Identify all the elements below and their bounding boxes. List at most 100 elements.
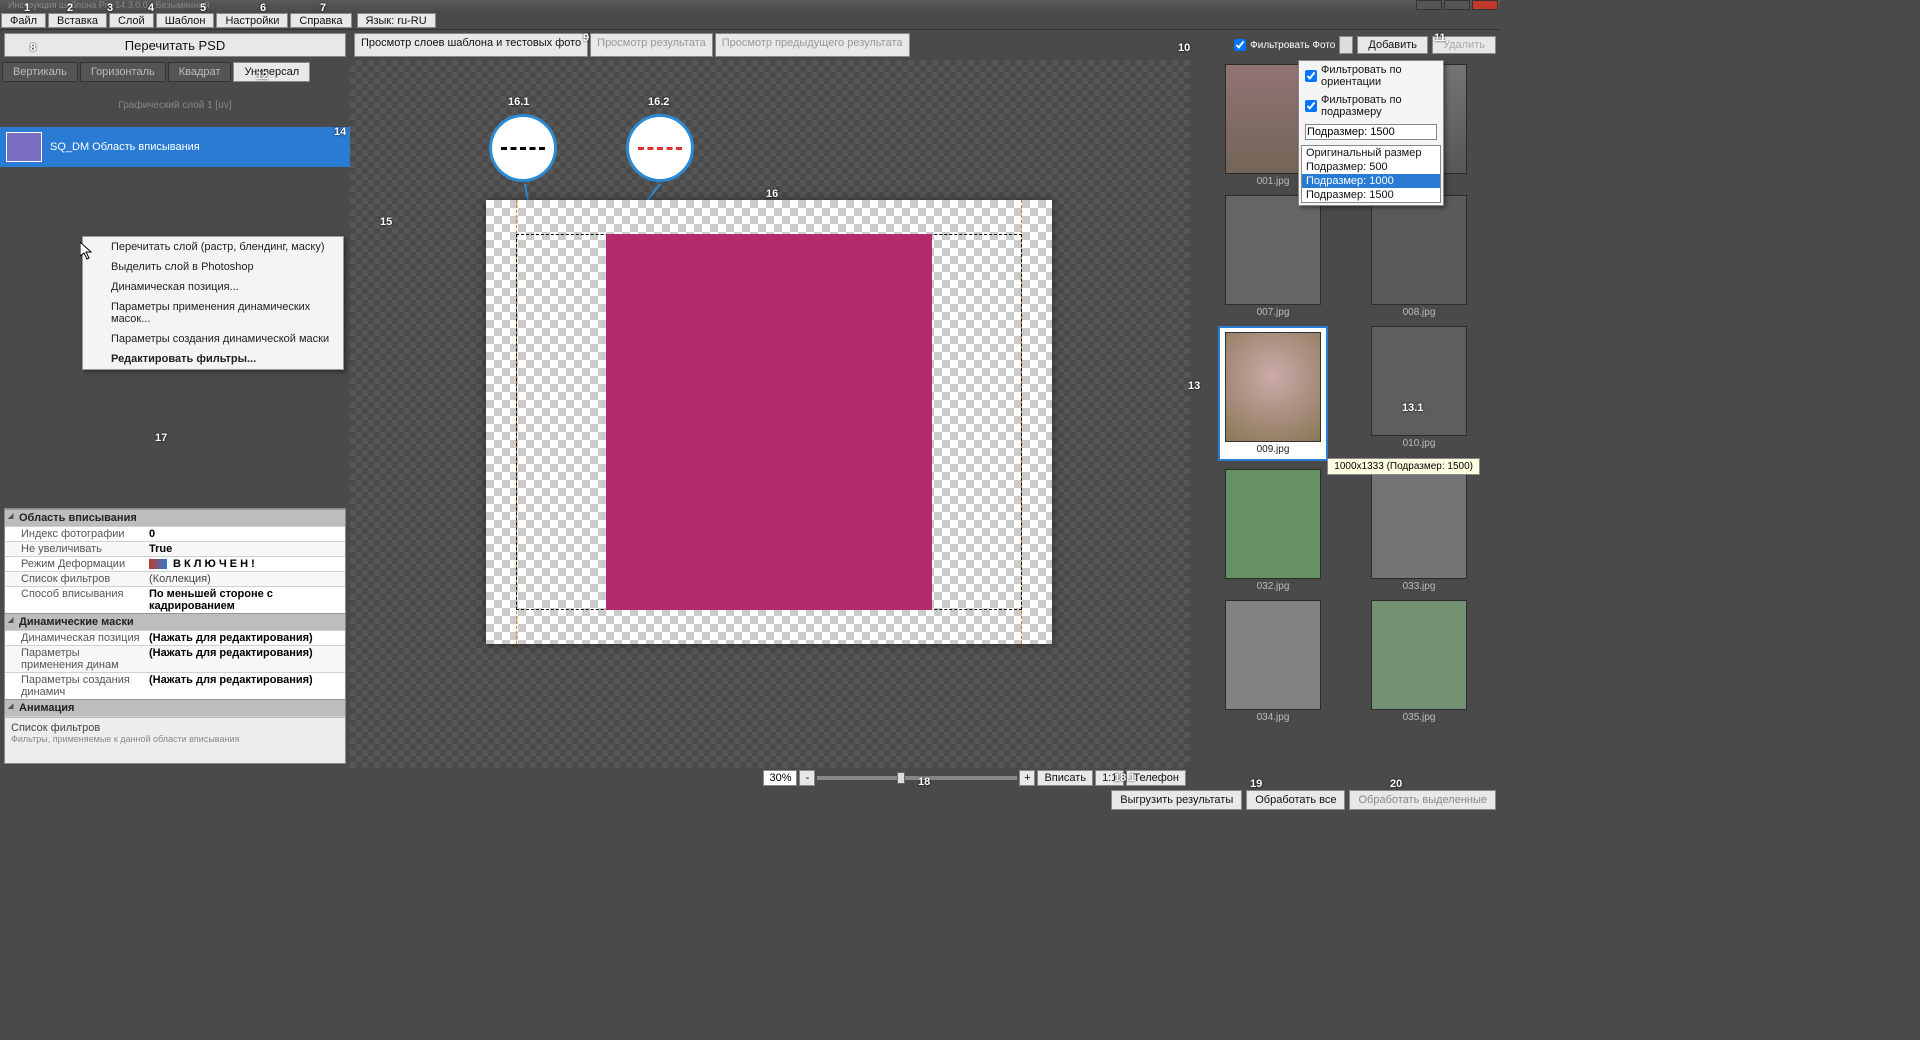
ctx-select-in-ps[interactable]: Выделить слой в Photoshop	[83, 257, 343, 277]
menu-template[interactable]: Шаблон	[156, 13, 215, 28]
photo-tooltip: 1000x1333 (Подразмер: 1500)	[1327, 458, 1480, 475]
pv-noenlarge[interactable]: True	[145, 542, 345, 556]
ctx-edit-filters[interactable]: Редактировать фильтры...	[83, 349, 343, 369]
pv-dynpos[interactable]: (Нажать для редактирования)	[145, 631, 345, 645]
photo-placeholder[interactable]	[606, 234, 932, 610]
view-prev-result-button[interactable]: Просмотр предыдущего результата	[715, 33, 910, 57]
thumb-img-icon	[1225, 600, 1321, 710]
canvas-background[interactable]	[350, 60, 1190, 788]
menu-settings[interactable]: Настройки	[216, 13, 288, 28]
ctx-reread-layer[interactable]: Перечитать слой (растр, блендинг, маску)	[83, 237, 343, 257]
pn-maskcreate: Параметры создания динамич	[5, 673, 145, 699]
thumb-img-icon	[1225, 469, 1321, 579]
pv-fitmode[interactable]: По меньшей стороне с кадрированием	[145, 587, 345, 613]
thumb-img-icon	[1371, 195, 1467, 305]
filter-photo-label: Фильтровать Фото	[1250, 40, 1335, 51]
prop-desc-title: Список фильтров	[11, 722, 339, 734]
filter-subsize-label: Фильтровать по подразмеру	[1321, 94, 1437, 118]
pg-area[interactable]: Область вписывания	[5, 509, 345, 526]
filter-photo-checkbox[interactable]	[1234, 39, 1246, 51]
ctx-dynamic-position[interactable]: Динамическая позиция...	[83, 277, 343, 297]
thumb-img-icon	[1225, 195, 1321, 305]
canvas-area: - + Вписать 1:1 Телефон	[350, 60, 1190, 788]
minimize-icon[interactable]	[1416, 0, 1442, 10]
ctx-mask-apply-params[interactable]: Параметры применения динамических масок.…	[83, 297, 343, 329]
maximize-icon[interactable]	[1444, 0, 1470, 10]
left-panel: Вертикаль Горизонталь Квадрат Универсал …	[0, 60, 350, 812]
thumb-034[interactable]: 034.jpg	[1218, 600, 1328, 723]
prop-desc-sub: Фильтры, применяемые к данной области вп…	[11, 734, 339, 744]
zoom-1to1-button[interactable]: 1:1	[1095, 770, 1124, 786]
thumb-032[interactable]: 032.jpg	[1218, 469, 1328, 592]
pn-deform: Режим Деформации	[5, 557, 145, 571]
pv-maskcreate[interactable]: (Нажать для редактирования)	[145, 673, 345, 699]
add-button[interactable]: Добавить	[1357, 36, 1428, 54]
bottom-bar: Выгрузить результаты Обработать все Обра…	[350, 788, 1500, 812]
filter-orient-label: Фильтровать по ориентации	[1321, 64, 1437, 88]
orient-square-button[interactable]: Квадрат	[168, 62, 232, 82]
delete-button[interactable]: Удалить	[1432, 36, 1496, 54]
subsize-opt-1000[interactable]: Подразмер: 1000	[1302, 174, 1440, 188]
process-all-button[interactable]: Обработать все	[1246, 790, 1345, 810]
filter-dropdown-button[interactable]	[1339, 36, 1353, 54]
thumb-010[interactable]: 010.jpg	[1364, 326, 1474, 461]
subsize-combo[interactable]: Подразмер: 1500	[1305, 124, 1437, 140]
pv-deform[interactable]: В К Л Ю Ч Е Н !	[145, 557, 345, 571]
view-layers-button[interactable]: Просмотр слоев шаблона и тестовых фото	[354, 33, 588, 57]
thumb-img-icon	[1371, 600, 1467, 710]
layer-row-selected[interactable]: SQ_DM Область вписывания	[0, 127, 350, 167]
menu-help[interactable]: Справка	[290, 13, 351, 28]
menu-file[interactable]: Файл	[1, 13, 46, 28]
window-title: Инструкция шаблона Pro 14.3.0.0 - Безымя…	[0, 0, 210, 12]
process-selected-button[interactable]: Обработать выделенные	[1349, 790, 1496, 810]
orient-vertical-button[interactable]: Вертикаль	[2, 62, 78, 82]
filter-popup: Фильтровать по ориентации Фильтровать по…	[1298, 60, 1444, 206]
pv-index[interactable]: 0	[145, 527, 345, 541]
view-result-button[interactable]: Просмотр результата	[590, 33, 713, 57]
property-grid: Область вписывания Индекс фотографии0 Не…	[4, 508, 346, 764]
menu-language[interactable]: Язык: ru-RU	[357, 13, 436, 28]
menu-insert[interactable]: Вставка	[48, 13, 107, 28]
pn-filters: Список фильтров	[5, 572, 145, 586]
menu-layer[interactable]: Слой	[109, 13, 154, 28]
thumb-img-icon	[1371, 326, 1467, 436]
thumb-035[interactable]: 035.jpg	[1364, 600, 1474, 723]
zoom-in-button[interactable]: +	[1019, 770, 1035, 786]
red-dash-icon	[638, 147, 682, 150]
pn-noenlarge: Не увеличивать	[5, 542, 145, 556]
subsize-list: Оригинальный размер Подразмер: 500 Подра…	[1301, 145, 1441, 203]
zoom-input[interactable]	[763, 770, 797, 786]
pg-masks[interactable]: Динамические маски	[5, 613, 345, 630]
filter-orient-checkbox[interactable]	[1305, 70, 1317, 82]
close-icon[interactable]	[1472, 0, 1498, 10]
thumb-img-icon	[1225, 332, 1321, 442]
zoom-fit-button[interactable]: Вписать	[1037, 770, 1093, 786]
zoom-phone-button[interactable]: Телефон	[1126, 770, 1186, 786]
subsize-opt-original[interactable]: Оригинальный размер	[1302, 146, 1440, 160]
thumb-033[interactable]: 033.jpg	[1364, 469, 1474, 592]
export-results-button[interactable]: Выгрузить результаты	[1111, 790, 1242, 810]
orient-universal-button[interactable]: Универсал	[233, 62, 310, 82]
magnifier-red-dashes	[626, 114, 694, 182]
filter-subsize-checkbox[interactable]	[1305, 100, 1317, 112]
orient-horizontal-button[interactable]: Горизонталь	[80, 62, 166, 82]
ctx-mask-create-params[interactable]: Параметры создания динамической маски	[83, 329, 343, 349]
zoom-out-button[interactable]: -	[799, 770, 815, 786]
subsize-opt-1500[interactable]: Подразмер: 1500	[1302, 188, 1440, 202]
layer-name: SQ_DM Область вписывания	[50, 141, 200, 153]
reread-psd-button[interactable]: Перечитать PSD	[4, 33, 346, 57]
property-description: Список фильтров Фильтры, применяемые к д…	[5, 717, 345, 763]
zoom-slider[interactable]	[817, 776, 1017, 780]
zoom-thumb-icon[interactable]	[897, 772, 905, 784]
thumb-008[interactable]: 008.jpg	[1364, 195, 1474, 318]
pn-fitmode: Способ вписывания	[5, 587, 145, 613]
subsize-opt-500[interactable]: Подразмер: 500	[1302, 160, 1440, 174]
pn-maskapply: Параметры применения динам	[5, 646, 145, 672]
pg-anim[interactable]: Анимация	[5, 699, 345, 716]
document-canvas[interactable]	[486, 200, 1052, 644]
pv-maskapply[interactable]: (Нажать для редактирования)	[145, 646, 345, 672]
menubar: Файл Вставка Слой Шаблон Настройки Справ…	[0, 12, 1500, 30]
pv-filters[interactable]: (Коллекция)	[145, 572, 345, 586]
thumb-009-selected[interactable]: 009.jpg	[1218, 326, 1328, 461]
thumb-007[interactable]: 007.jpg	[1218, 195, 1328, 318]
